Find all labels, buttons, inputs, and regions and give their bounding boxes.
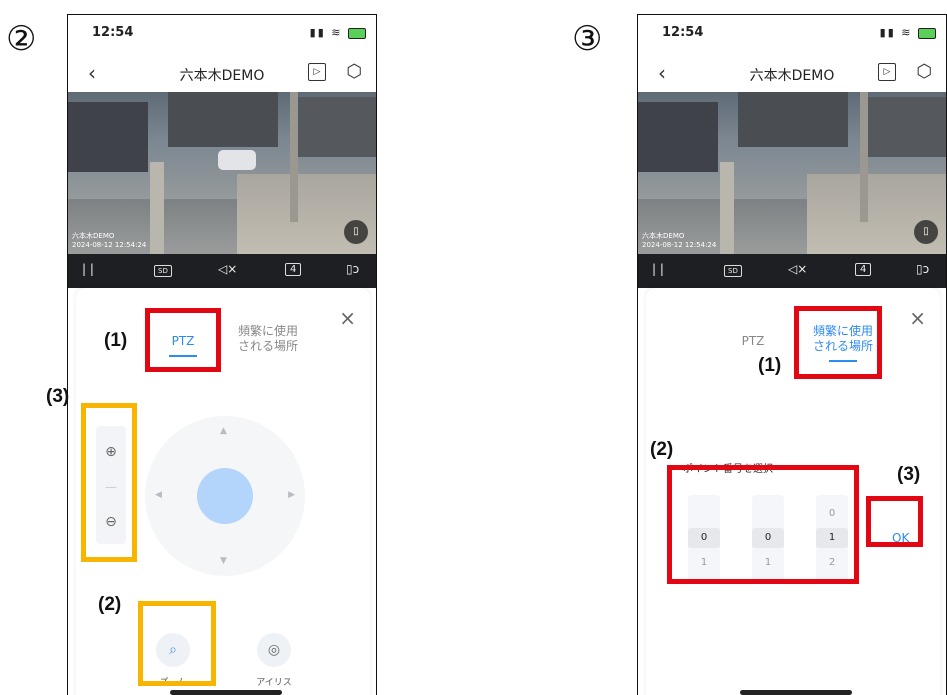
annotation-zoom-button: (2) <box>98 594 122 615</box>
video-building <box>868 97 946 157</box>
annotation-ok-button: (3) <box>897 464 921 485</box>
settings-icon[interactable]: ⬡ <box>346 61 362 82</box>
iris-feature-label: アイリス <box>256 678 292 688</box>
arrow-up-icon[interactable]: ▲ <box>220 426 227 436</box>
video-car <box>218 150 256 170</box>
video-pole <box>290 92 298 222</box>
status-time: 12:54 <box>662 25 704 40</box>
highlight-ok-button <box>866 496 923 547</box>
camera-video[interactable]: 六本木DEMO 2024-08-12 12:54:24 ▯ <box>68 92 376 254</box>
arrow-right-icon[interactable]: ▶ <box>288 490 295 500</box>
video-building <box>298 97 376 157</box>
close-icon[interactable]: × <box>909 306 926 330</box>
video-control-bar: | | SD ◁× 4 ▯ↄ <box>68 254 376 288</box>
status-time: 12:54 <box>92 25 134 40</box>
wifi-icon: ≋ <box>901 26 913 39</box>
rotate-icon[interactable]: ▯ↄ <box>346 262 359 276</box>
pause-icon[interactable]: | | <box>652 262 664 276</box>
iris-icon: ◎ <box>267 642 281 658</box>
video-overlay-timestamp: 六本木DEMO 2024-08-12 12:54:24 <box>642 232 717 249</box>
annotation-zoom-controls: (3) <box>46 386 70 407</box>
annotation-ptz-tab: (1) <box>104 330 128 351</box>
signal-icon: ▮▮ <box>879 26 896 39</box>
video-building <box>168 92 278 147</box>
battery-icon <box>918 27 936 39</box>
page-title: 六本木DEMO <box>749 68 835 84</box>
nav-bar: ‹ 六本木DEMO ▷ ⬡ <box>68 55 376 95</box>
highlight-zoom-controls <box>81 403 137 562</box>
direction-center[interactable] <box>197 468 253 524</box>
page-title: 六本木DEMO <box>179 68 265 84</box>
phone-screen-ptz: 12:54 ▮▮ ≋ ‹ 六本木DEMO ▷ ⬡ 六本木DEMO 2024-08… <box>67 14 377 695</box>
step-marker-3: ③ <box>572 19 603 59</box>
bookmark-icon[interactable]: ▯ <box>344 220 368 244</box>
mute-icon[interactable]: ◁× <box>218 262 237 276</box>
step-marker-2: ② <box>6 19 37 59</box>
video-overlay-timestamp: 六本木DEMO 2024-08-12 12:54:24 <box>72 232 147 249</box>
highlight-point-select <box>667 465 859 584</box>
playback-icon[interactable]: ▷ <box>308 63 326 81</box>
rotate-icon[interactable]: ▯ↄ <box>916 262 929 276</box>
bookmark-icon[interactable]: ▯ <box>914 220 938 244</box>
video-pole <box>150 162 164 254</box>
close-icon[interactable]: × <box>339 306 356 330</box>
status-icons: ▮▮ ≋ <box>310 26 366 39</box>
video-pole <box>720 162 734 254</box>
highlight-zoom-button <box>138 601 216 686</box>
pause-icon[interactable]: | | <box>82 262 94 276</box>
battery-icon <box>348 27 366 39</box>
video-pole <box>860 92 868 222</box>
sd-quality-icon[interactable]: SD <box>154 265 172 277</box>
status-bar: 12:54 ▮▮ ≋ <box>68 15 376 51</box>
video-building <box>638 102 718 172</box>
arrow-down-icon[interactable]: ▼ <box>220 556 227 566</box>
phone-screen-frequent: 12:54 ▮▮ ≋ ‹ 六本木DEMO ▷ ⬡ 六本木DEMO 2024-08… <box>637 14 947 695</box>
video-control-bar: | | SD ◁× 4 ▯ↄ <box>638 254 946 288</box>
sd-quality-icon[interactable]: SD <box>724 265 742 277</box>
tab-ptz[interactable]: PTZ <box>728 334 778 349</box>
arrow-left-icon[interactable]: ◀ <box>155 490 162 500</box>
highlight-ptz-tab <box>145 308 221 372</box>
annotation-point-select: (2) <box>650 439 674 460</box>
annotation-frequent-tab: (1) <box>758 355 782 376</box>
tab-frequent[interactable]: 頻繁に使用 される場所 <box>226 324 310 354</box>
status-bar: 12:54 ▮▮ ≋ <box>638 15 946 51</box>
playback-icon[interactable]: ▷ <box>878 63 896 81</box>
nav-bar: ‹ 六本木DEMO ▷ ⬡ <box>638 55 946 95</box>
layout-icon[interactable]: 4 <box>855 263 872 276</box>
status-icons: ▮▮ ≋ <box>880 26 936 39</box>
highlight-frequent-tab <box>794 306 882 379</box>
direction-pad[interactable]: ▲ ◀ ▶ ▼ <box>145 416 305 576</box>
settings-icon[interactable]: ⬡ <box>916 61 932 82</box>
wifi-icon: ≋ <box>331 26 343 39</box>
mute-icon[interactable]: ◁× <box>788 262 807 276</box>
layout-icon[interactable]: 4 <box>285 263 302 276</box>
iris-feature-button[interactable]: ◎ <box>257 633 291 667</box>
signal-icon: ▮▮ <box>309 26 326 39</box>
camera-video[interactable]: 六本木DEMO 2024-08-12 12:54:24 ▯ <box>638 92 946 254</box>
video-building <box>68 102 148 172</box>
video-building <box>738 92 848 147</box>
